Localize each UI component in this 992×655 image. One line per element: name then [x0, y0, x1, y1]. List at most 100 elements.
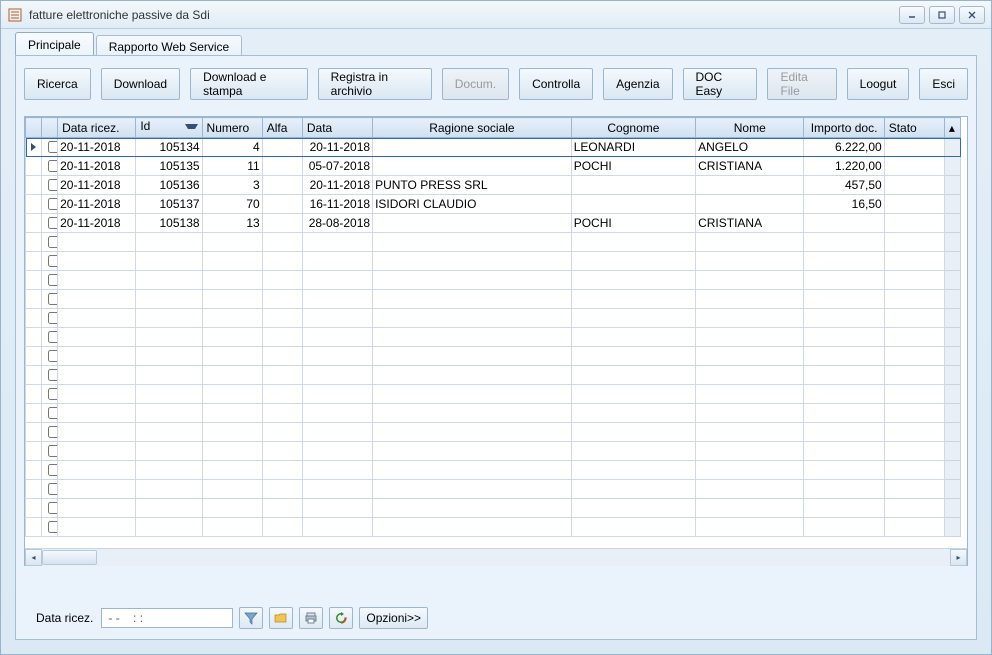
vertical-scrollbar-track[interactable]	[944, 366, 960, 385]
cell[interactable]	[804, 309, 884, 328]
cell[interactable]	[571, 404, 695, 423]
row-indicator[interactable]	[26, 195, 42, 214]
cell[interactable]	[58, 271, 136, 290]
download-stampa-button[interactable]: Download e stampa	[190, 68, 308, 100]
row-checkbox-cell[interactable]	[42, 499, 58, 518]
cell[interactable]	[262, 423, 302, 442]
row-checkbox-cell[interactable]	[42, 309, 58, 328]
cell[interactable]	[571, 366, 695, 385]
cell[interactable]	[136, 347, 202, 366]
cell[interactable]	[696, 290, 804, 309]
row-indicator[interactable]	[26, 518, 42, 537]
cell[interactable]: 20-11-2018	[58, 176, 136, 195]
tab-principale[interactable]: Principale	[15, 32, 94, 56]
cell[interactable]	[136, 480, 202, 499]
cell[interactable]	[262, 214, 302, 233]
cell[interactable]	[136, 404, 202, 423]
cell[interactable]	[571, 290, 695, 309]
cell[interactable]	[696, 366, 804, 385]
row-checkbox[interactable]	[48, 464, 58, 476]
cell[interactable]	[202, 347, 262, 366]
cell[interactable]: 20-11-2018	[58, 157, 136, 176]
cell[interactable]	[202, 518, 262, 537]
vertical-scrollbar-track[interactable]	[944, 442, 960, 461]
cell[interactable]: PUNTO PRESS SRL	[373, 176, 572, 195]
table-row[interactable]: 20-11-2018105134420-11-2018LEONARDIANGEL…	[26, 138, 961, 157]
cell[interactable]	[262, 271, 302, 290]
print-button[interactable]	[299, 607, 323, 629]
cell[interactable]	[58, 366, 136, 385]
cell[interactable]	[373, 442, 572, 461]
opzioni-button[interactable]: Opzioni>>	[359, 607, 428, 629]
cell[interactable]	[262, 176, 302, 195]
cell[interactable]: 105138	[136, 214, 202, 233]
row-checkbox[interactable]	[48, 255, 58, 267]
scrollbar-thumb[interactable]	[42, 550, 97, 565]
cell[interactable]	[696, 176, 804, 195]
cell[interactable]	[696, 499, 804, 518]
cell[interactable]	[58, 423, 136, 442]
cell[interactable]	[696, 385, 804, 404]
vertical-scrollbar-track[interactable]	[944, 157, 960, 176]
cell[interactable]	[302, 423, 372, 442]
cell[interactable]	[302, 385, 372, 404]
vertical-scrollbar-track[interactable]	[944, 404, 960, 423]
cell[interactable]	[373, 404, 572, 423]
cell[interactable]	[696, 309, 804, 328]
cell[interactable]	[136, 252, 202, 271]
cell[interactable]	[884, 176, 944, 195]
table-row[interactable]	[26, 290, 961, 309]
cell[interactable]	[696, 271, 804, 290]
cell[interactable]	[136, 461, 202, 480]
vertical-scrollbar-track[interactable]	[944, 252, 960, 271]
vertical-scrollbar-track[interactable]	[944, 480, 960, 499]
cell[interactable]	[571, 499, 695, 518]
cell[interactable]	[136, 518, 202, 537]
cell[interactable]	[696, 252, 804, 271]
row-checkbox-cell[interactable]	[42, 195, 58, 214]
table-row[interactable]	[26, 518, 961, 537]
cell[interactable]	[262, 252, 302, 271]
cell[interactable]	[884, 480, 944, 499]
cell[interactable]	[373, 271, 572, 290]
row-checkbox-cell[interactable]	[42, 328, 58, 347]
cell[interactable]	[373, 233, 572, 252]
cell[interactable]	[804, 366, 884, 385]
row-checkbox-cell[interactable]	[42, 252, 58, 271]
cell[interactable]: 20-11-2018	[58, 195, 136, 214]
table-row[interactable]	[26, 309, 961, 328]
cell[interactable]	[884, 195, 944, 214]
cell[interactable]	[202, 461, 262, 480]
row-checkbox[interactable]	[48, 274, 58, 286]
cell[interactable]	[262, 366, 302, 385]
cell[interactable]	[571, 385, 695, 404]
vertical-scrollbar-track[interactable]	[944, 138, 960, 157]
cell[interactable]	[58, 480, 136, 499]
cell[interactable]: CRISTIANA	[696, 214, 804, 233]
vertical-scrollbar-track[interactable]	[944, 309, 960, 328]
row-indicator[interactable]	[26, 290, 42, 309]
row-checkbox-cell[interactable]	[42, 138, 58, 157]
cell[interactable]	[884, 385, 944, 404]
row-checkbox[interactable]	[48, 331, 58, 343]
cell[interactable]: 20-11-2018	[302, 176, 372, 195]
cell[interactable]	[136, 442, 202, 461]
cell[interactable]: 6.222,00	[804, 138, 884, 157]
col-ragione-sociale[interactable]: Ragione sociale	[373, 118, 572, 138]
row-checkbox[interactable]	[48, 312, 58, 324]
cell[interactable]	[302, 290, 372, 309]
table-row[interactable]	[26, 252, 961, 271]
row-gutter-header[interactable]	[26, 118, 42, 138]
maximize-button[interactable]	[929, 6, 955, 24]
controlla-button[interactable]: Controlla	[519, 68, 593, 100]
cell[interactable]	[262, 442, 302, 461]
table-row[interactable]: 20-11-20181051351105-07-2018POCHICRISTIA…	[26, 157, 961, 176]
cell[interactable]	[884, 499, 944, 518]
row-indicator[interactable]	[26, 138, 42, 157]
cell[interactable]	[58, 309, 136, 328]
cell[interactable]	[571, 442, 695, 461]
scroll-up-button[interactable]	[944, 118, 960, 138]
vertical-scrollbar-track[interactable]	[944, 518, 960, 537]
cell[interactable]	[262, 195, 302, 214]
cell[interactable]	[58, 499, 136, 518]
